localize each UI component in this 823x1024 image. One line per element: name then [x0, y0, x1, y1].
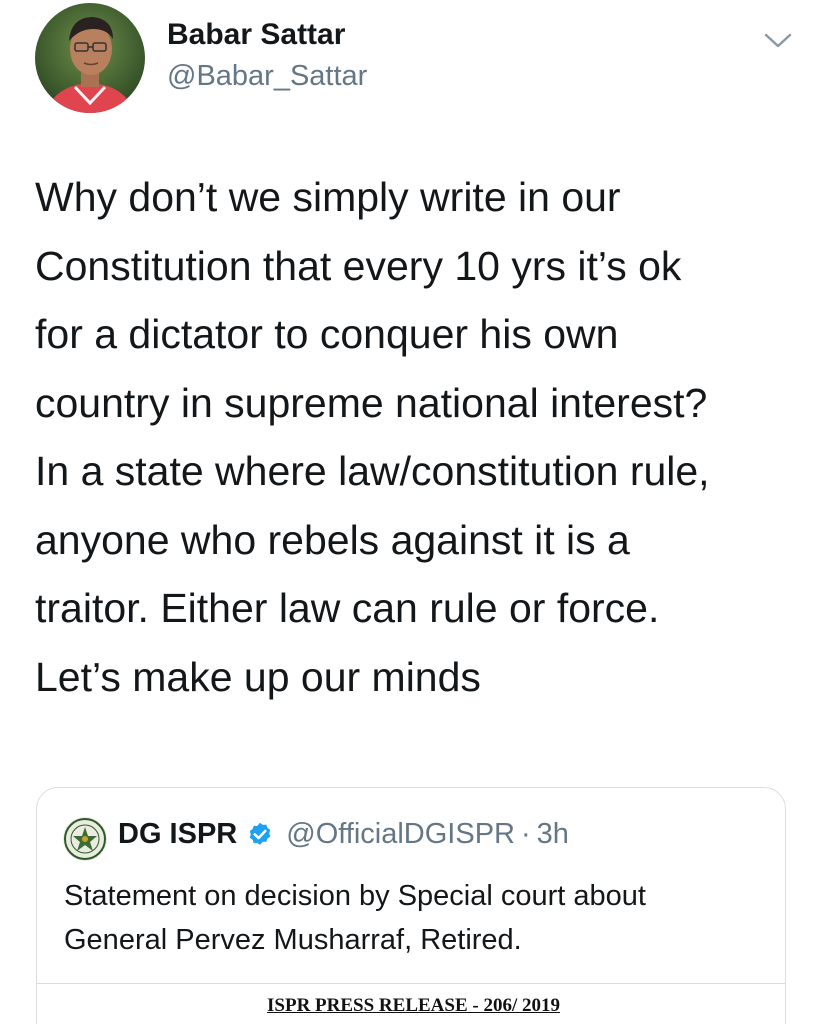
quoted-tweet-header: DG ISPR @OfficialDGISPR · 3h [118, 818, 569, 851]
quoted-author-handle[interactable]: @OfficialDGISPR [286, 818, 515, 851]
author-name[interactable]: Babar Sattar [167, 18, 345, 52]
tweet-text: Why don’t we simply write in our Constit… [35, 163, 805, 711]
quoted-tweet-text-line: General Pervez Musharraf, Retired. [64, 924, 522, 956]
quoted-tweet-media[interactable]: ISPR PRESS RELEASE - 206/ 2019 [37, 983, 785, 1024]
chevron-down-icon [764, 33, 792, 48]
author-avatar[interactable] [35, 3, 145, 113]
quoted-author-avatar[interactable] [63, 817, 107, 861]
quoted-tweet-text-line: Statement on decision by Special court a… [64, 880, 646, 912]
author-handle[interactable]: @Babar_Sattar [167, 60, 367, 93]
separator-dot: · [520, 818, 531, 850]
tweet-text-line: In a state where law/constitution rule, [35, 448, 710, 494]
press-release-title: ISPR PRESS RELEASE - 206/ 2019 [267, 995, 560, 1016]
tweet-text-line: anyone who rebels against it is a [35, 516, 630, 563]
tweet-text-line: Constitution that every 10 yrs it’s ok [35, 242, 682, 289]
quoted-tweet-card[interactable]: DG ISPR @OfficialDGISPR · 3h Statement o… [36, 787, 786, 1024]
more-options-button[interactable] [758, 26, 798, 56]
tweet-text-line: traitor. Either law can rule or force. [35, 585, 660, 631]
tweet-text-line: Let’s make up our minds [35, 653, 481, 700]
quoted-tweet-timestamp[interactable]: 3h [537, 818, 569, 851]
verified-badge-icon [249, 822, 271, 845]
tweet: Babar Sattar @Babar_Sattar Why don’t we … [0, 0, 823, 1024]
quoted-tweet-text: Statement on decision by Special court a… [64, 874, 764, 962]
tweet-text-line: for a dictator to conquer his own [35, 311, 619, 357]
tweet-text-line: country in supreme national interest? [35, 379, 708, 426]
quoted-author-name[interactable]: DG ISPR [118, 818, 237, 851]
tweet-text-line: Why don’t we simply write in our [35, 174, 621, 220]
